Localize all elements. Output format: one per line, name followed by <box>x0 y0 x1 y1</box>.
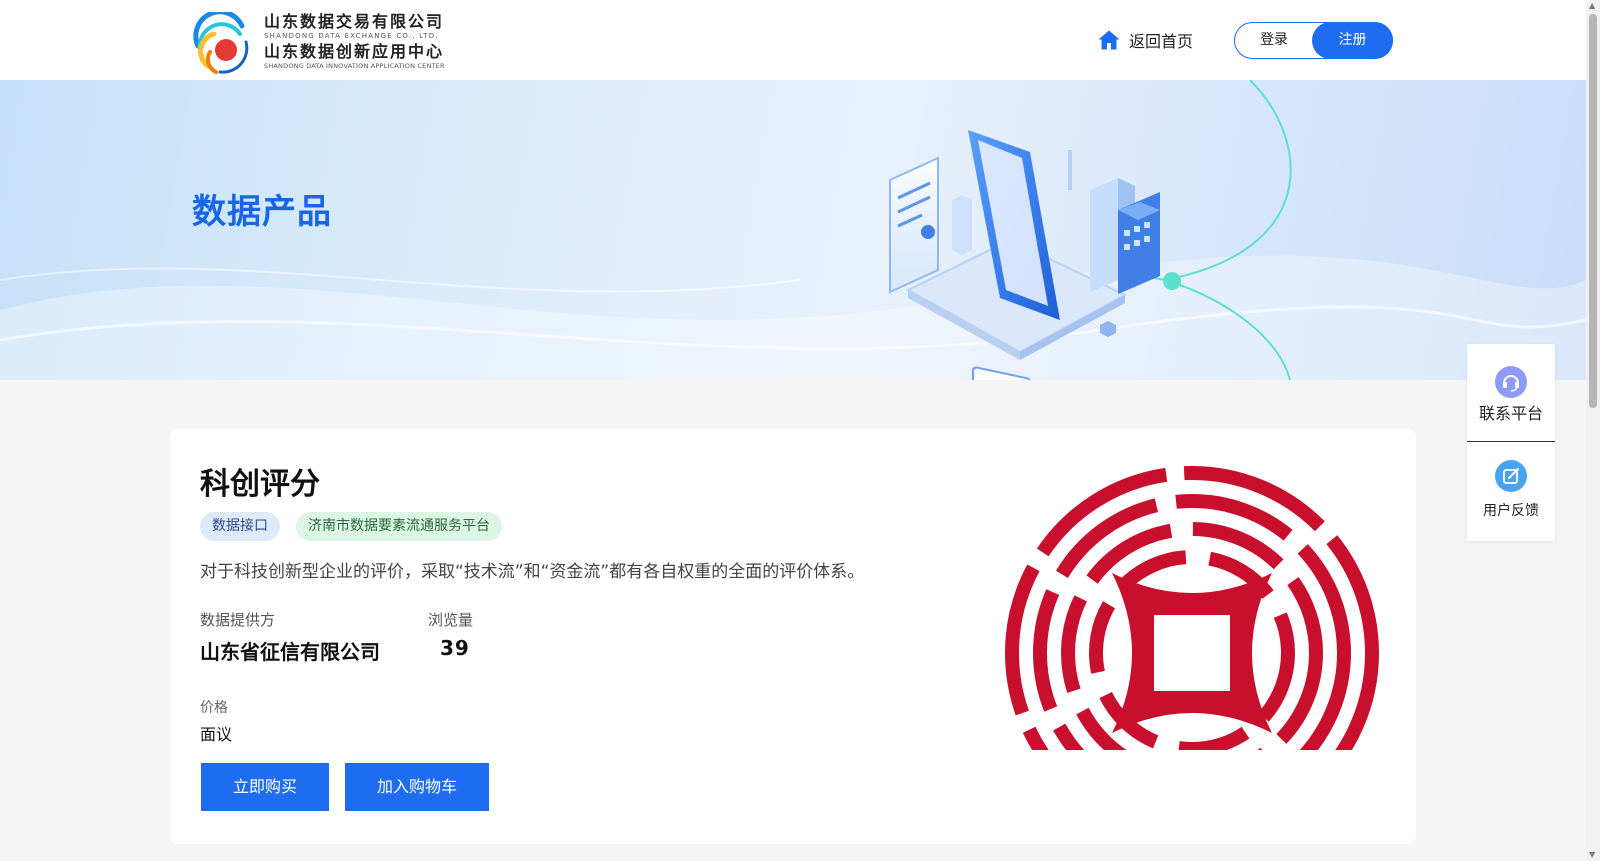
provider-label: 数据提供方 <box>200 611 276 629</box>
user-feedback-button[interactable]: 用户反馈 <box>1467 442 1555 541</box>
views-label: 浏览量 <box>428 611 474 629</box>
contact-platform-label: 联系平台 <box>1478 404 1543 423</box>
logo-text: 山东数据交易有限公司 SHANDONG DATA EXCHANGE CO., L… <box>264 14 445 70</box>
company-logo[interactable]: 山东数据交易有限公司 SHANDONG DATA EXCHANGE CO., L… <box>190 12 452 76</box>
page-title: 数据产品 <box>192 192 332 232</box>
login-button[interactable]: 登录 <box>1235 23 1313 58</box>
logo-center-name: 山东数据创新应用中心 <box>264 42 445 61</box>
product-card: 科创评分 数据接口 济南市数据要素流通服务平台 对于科技创新型企业的评价，采取“… <box>170 429 1416 844</box>
user-feedback-label: 用户反馈 <box>1483 503 1539 519</box>
price-value: 面议 <box>200 725 233 744</box>
product-platform-tag: 济南市数据要素流通服务平台 <box>296 512 502 541</box>
add-to-cart-button[interactable]: 加入购物车 <box>345 763 489 811</box>
edit-icon <box>1495 460 1527 492</box>
provider-value: 山东省征信有限公司 <box>200 640 380 664</box>
floating-side-panel: 联系平台 用户反馈 <box>1467 344 1555 541</box>
product-type-tag: 数据接口 <box>200 512 280 541</box>
auth-button-group: 登录 注册 <box>1234 22 1393 59</box>
contact-platform-button[interactable]: 联系平台 <box>1467 344 1555 442</box>
home-link[interactable]: 返回首页 <box>1097 27 1193 53</box>
logo-company-name-en: SHANDONG DATA EXCHANGE CO., LTD. <box>264 32 439 40</box>
top-header: 山东数据交易有限公司 SHANDONG DATA EXCHANGE CO., L… <box>0 0 1586 80</box>
page-banner: 数据产品 <box>0 80 1586 380</box>
product-description: 对于科技创新型企业的评价，采取“技术流”和“资金流”都有各自权重的全面的评价体系… <box>200 562 865 582</box>
scroll-up-arrow-icon[interactable]: ▲ <box>1589 2 1595 10</box>
logo-company-name: 山东数据交易有限公司 <box>264 12 445 31</box>
scrollbar-thumb[interactable] <box>1589 14 1597 408</box>
home-icon <box>1098 30 1120 50</box>
home-link-label: 返回首页 <box>1129 32 1194 51</box>
product-title: 科创评分 <box>200 467 320 502</box>
buy-now-button[interactable]: 立即购买 <box>201 763 329 811</box>
register-button[interactable]: 注册 <box>1312 22 1393 59</box>
logo-center-name-en: SHANDONG DATA INNOVATION APPLICATION CEN… <box>264 62 445 70</box>
scroll-down-arrow-icon[interactable]: ▼ <box>1589 851 1595 859</box>
price-label: 价格 <box>200 700 228 716</box>
headset-icon <box>1495 366 1527 398</box>
page-scrollbar[interactable]: ▲ ▼ <box>1586 0 1600 861</box>
views-value: 39 <box>440 636 470 660</box>
logo-mark-icon <box>193 12 249 74</box>
provider-logo-image <box>1002 463 1382 750</box>
